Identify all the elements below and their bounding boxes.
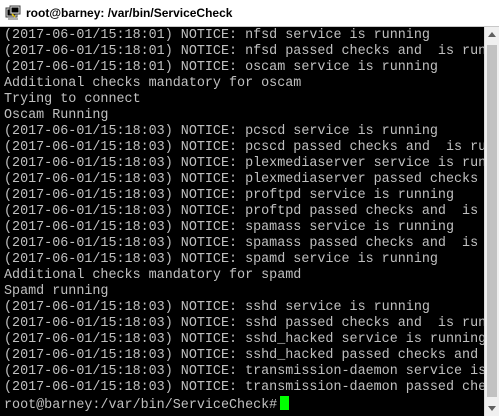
terminal-line: (2017-06-01/15:18:03) NOTICE: transmissi…: [4, 380, 484, 395]
terminal-line: (2017-06-01/15:18:01) NOTICE: oscam serv…: [4, 60, 438, 75]
terminal-line: (2017-06-01/15:18:03) NOTICE: proftpd se…: [4, 188, 454, 203]
terminal-line: (2017-06-01/15:18:03) NOTICE: sshd_hacke…: [4, 332, 484, 347]
prompt-text: root@barney:/var/bin/ServiceCheck#: [4, 398, 278, 413]
terminal-line: (2017-06-01/15:18:03) NOTICE: transmissi…: [4, 364, 484, 379]
shell-prompt[interactable]: root@barney:/var/bin/ServiceCheck#: [4, 396, 484, 413]
terminal-line: (2017-06-01/15:18:03) NOTICE: pcscd serv…: [4, 124, 438, 139]
terminal-line: (2017-06-01/15:18:01) NOTICE: nfsd passe…: [4, 44, 484, 59]
terminal-window: root@barney: /var/bin/ServiceCheck (2017…: [0, 0, 499, 416]
terminal-line: Additional checks mandatory for oscam: [4, 76, 302, 91]
scrollbar-thumb[interactable]: [487, 45, 497, 397]
terminal-line: Oscam Running: [4, 108, 109, 123]
terminal-line: (2017-06-01/15:18:03) NOTICE: sshd passe…: [4, 316, 484, 331]
title-bar[interactable]: root@barney: /var/bin/ServiceCheck: [0, 0, 499, 27]
terminal-line: (2017-06-01/15:18:03) NOTICE: spamass pa…: [4, 236, 479, 251]
terminal-line: (2017-06-01/15:18:03) NOTICE: sshd servi…: [4, 300, 430, 315]
scroll-down-arrow-icon[interactable]: [485, 401, 499, 416]
scroll-up-arrow-icon[interactable]: [485, 27, 499, 42]
text-cursor: [280, 396, 290, 410]
terminal-line: (2017-06-01/15:18:03) NOTICE: sshd_hacke…: [4, 348, 479, 363]
terminal-line: (2017-06-01/15:18:03) NOTICE: spamass se…: [4, 220, 454, 235]
terminal-line: (2017-06-01/15:18:03) NOTICE: plexmedias…: [4, 156, 484, 171]
terminal-line: Spamd running: [4, 284, 109, 299]
terminal-line: (2017-06-01/15:18:03) NOTICE: plexmedias…: [4, 172, 479, 187]
terminal-line: Additional checks mandatory for spamd: [4, 268, 302, 283]
terminal-line: Trying to connect: [4, 92, 141, 107]
terminal-line: (2017-06-01/15:18:01) NOTICE: nfsd servi…: [4, 28, 430, 43]
terminal-line: (2017-06-01/15:18:03) NOTICE: pcscd pass…: [4, 140, 484, 155]
window-title: root@barney: /var/bin/ServiceCheck: [26, 6, 233, 20]
putty-terminal-icon[interactable]: [5, 5, 21, 21]
terminal-line: (2017-06-01/15:18:03) NOTICE: proftpd pa…: [4, 204, 479, 219]
terminal-output[interactable]: (2017-06-01/15:18:01) NOTICE: nfsd servi…: [0, 27, 484, 416]
terminal-line: (2017-06-01/15:18:03) NOTICE: spamd serv…: [4, 252, 438, 267]
vertical-scrollbar[interactable]: [484, 27, 499, 416]
